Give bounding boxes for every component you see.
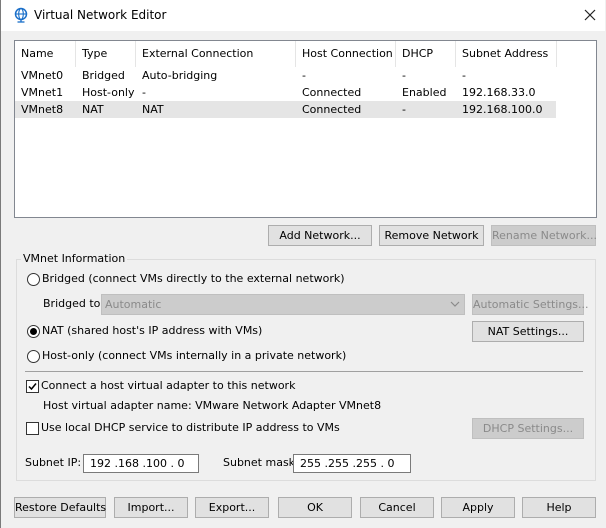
subnet-mask-label: Subnet mask: [223,456,299,469]
bridged-to-select[interactable]: Automatic [101,294,465,315]
bridged-radio[interactable] [27,273,40,286]
nat-radio-label[interactable]: NAT (shared host's IP address with VMs) [42,324,262,338]
bridged-to-label: Bridged to: [43,297,105,310]
subnet-ip-label: Subnet IP: [25,456,82,469]
add-network-button[interactable]: Add Network... [268,225,372,246]
network-list[interactable]: Name Type External Connection Host Conne… [14,40,597,218]
host-only-radio[interactable] [27,350,40,363]
column-header-external-connection[interactable]: External Connection [136,41,296,67]
cell-subnet-address: - [462,69,466,82]
help-button[interactable]: Help [522,497,596,518]
column-header-type[interactable]: Type [76,41,136,67]
rename-network-button[interactable]: Rename Network... [491,225,597,246]
cell-external-connection: - [142,86,146,99]
cell-subnet-address: 192.168.33.0 [462,86,536,99]
radio-selected-dot [30,328,37,335]
apply-button[interactable]: Apply [441,497,515,518]
column-header-subnet-address[interactable]: Subnet Address [456,41,556,67]
cell-name: VMnet1 [21,86,64,99]
remove-network-button[interactable]: Remove Network [379,225,484,246]
automatic-settings-button[interactable]: Automatic Settings... [472,294,589,315]
checkmark-icon [28,383,37,391]
cell-name: VMnet0 [21,69,64,82]
dhcp-settings-button[interactable]: DHCP Settings... [472,418,584,439]
ok-button[interactable]: OK [278,497,352,518]
adapter-name-text: Host virtual adapter name: VMware Networ… [43,399,382,412]
header-divider [556,41,557,67]
cell-dhcp: - [402,103,406,116]
cancel-button[interactable]: Cancel [360,497,434,518]
cell-external-connection: Auto-bridging [142,69,218,82]
cell-type: Bridged [82,69,125,82]
group-title: VMnet Information [21,252,128,266]
bridged-radio-label[interactable]: Bridged (connect VMs directly to the ext… [42,272,345,286]
cell-external-connection: NAT [142,103,164,116]
import-button[interactable]: Import... [114,497,188,518]
virtual-network-editor-window: Virtual Network Editor Name Type Externa… [0,0,606,528]
export-button[interactable]: Export... [195,497,269,518]
cell-host-connection: Connected [302,103,362,116]
window-title: Virtual Network Editor [34,8,167,22]
dhcp-label[interactable]: Use local DHCP service to distribute IP … [41,421,340,435]
cell-type: NAT [82,103,104,116]
bridged-to-value: Automatic [105,298,162,311]
table-row[interactable]: VMnet0 Bridged Auto-bridging - - - [15,67,556,84]
subnet-ip-field[interactable]: 192 .168 .100 . 0 [83,454,199,473]
title-bar: Virtual Network Editor [1,0,605,31]
cell-name: VMnet8 [21,103,64,116]
cell-dhcp: - [402,69,406,82]
host-only-radio-label[interactable]: Host-only (connect VMs internally in a p… [42,349,346,363]
connect-adapter-label[interactable]: Connect a host virtual adapter to this n… [41,379,295,393]
column-header-name[interactable]: Name [15,41,76,67]
close-icon[interactable] [581,6,599,24]
table-row-selected[interactable]: VMnet8 NAT NAT Connected - 192.168.100.0 [15,101,556,118]
subnet-mask-field[interactable]: 255 .255 .255 . 0 [293,454,411,473]
table-row[interactable]: VMnet1 Host-only - Connected Enabled 192… [15,84,556,101]
cell-type: Host-only [82,86,135,99]
cell-subnet-address: 192.168.100.0 [462,103,543,116]
column-header-host-connection[interactable]: Host Connection [296,41,396,67]
dhcp-checkbox[interactable] [26,422,39,435]
column-header-dhcp[interactable]: DHCP [396,41,456,67]
connect-adapter-checkbox[interactable] [26,380,39,393]
cell-host-connection: - [302,69,306,82]
separator-line [25,371,583,372]
network-globe-icon [14,7,28,23]
nat-settings-button[interactable]: NAT Settings... [472,321,584,342]
vmnet-information-group [16,259,596,481]
chevron-down-icon [450,301,460,307]
cell-dhcp: Enabled [402,86,447,99]
nat-radio[interactable] [27,325,40,338]
cell-host-connection: Connected [302,86,362,99]
restore-defaults-button[interactable]: Restore Defaults [14,497,106,518]
